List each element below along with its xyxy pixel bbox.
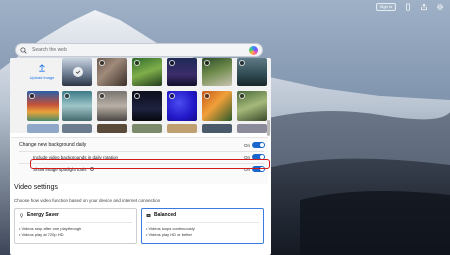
background-thumbnail[interactable] <box>97 91 127 121</box>
video-badge-icon <box>169 93 175 99</box>
background-thumbnail[interactable] <box>27 124 59 133</box>
share-icon[interactable] <box>420 3 428 11</box>
video-settings-subtitle: Choose how video function based on your … <box>14 198 161 203</box>
video-badge-icon <box>204 60 210 66</box>
change-background-daily-state: On <box>243 142 250 148</box>
video-badge-icon <box>134 60 140 66</box>
video-badge-icon <box>99 60 105 66</box>
background-thumbnail[interactable] <box>62 91 92 121</box>
copilot-icon[interactable] <box>249 45 258 55</box>
background-thumbnail[interactable] <box>202 58 232 86</box>
video-badge-icon <box>169 60 175 66</box>
search-input[interactable]: Search the web <box>32 47 249 53</box>
card-detail: • Videos play HD or better <box>146 232 193 237</box>
lightbulb-icon <box>19 212 24 218</box>
selected-check-icon <box>73 67 83 77</box>
top-bar: Sign in <box>375 2 444 12</box>
video-settings-title: Video settings <box>14 184 58 191</box>
video-badge-icon <box>239 60 245 66</box>
balance-icon <box>146 213 151 218</box>
background-thumbnail[interactable] <box>132 91 162 121</box>
background-thumbnail[interactable] <box>167 91 197 121</box>
search-icon <box>20 46 27 54</box>
search-bar[interactable]: Search the web <box>15 43 263 57</box>
energy-saver-title: Energy Saver <box>27 212 59 218</box>
background-thumbnail[interactable] <box>27 91 59 121</box>
change-background-daily-toggle[interactable] <box>252 142 265 148</box>
change-background-daily-label: Change new background daily <box>19 142 87 148</box>
background-thumbnail[interactable] <box>97 58 127 86</box>
upload-image-label: Upload image <box>29 75 55 80</box>
scrollbar-thumb[interactable] <box>267 120 270 136</box>
background-thumbnail[interactable] <box>97 124 127 133</box>
change-background-daily-row: Change new background daily On <box>11 140 268 150</box>
video-badge-icon <box>29 93 35 99</box>
background-thumbnail[interactable] <box>237 124 267 133</box>
video-badge-icon <box>64 93 70 99</box>
background-thumbnail[interactable] <box>167 58 197 86</box>
background-thumbnail[interactable] <box>237 91 267 121</box>
background-thumbnail[interactable] <box>132 58 162 86</box>
divider <box>19 222 132 223</box>
energy-saver-card[interactable]: Energy Saver • Videos stop after one pla… <box>14 208 137 244</box>
video-badge-icon <box>239 93 245 99</box>
video-badge-icon <box>134 93 140 99</box>
background-thumbnail[interactable] <box>202 124 232 133</box>
highlight-box <box>30 159 270 169</box>
upload-icon <box>39 64 45 72</box>
card-detail: • Videos play at 720p HD <box>19 232 64 237</box>
background-gallery: Upload image <box>10 58 271 133</box>
balanced-card[interactable]: Balanced • Videos loops continuously • V… <box>141 208 264 244</box>
video-badge-icon <box>204 93 210 99</box>
divider <box>146 222 259 223</box>
background-thumbnail[interactable] <box>237 58 267 86</box>
balanced-title: Balanced <box>154 212 177 218</box>
gear-icon[interactable] <box>436 3 444 11</box>
sign-in-button[interactable]: Sign in <box>375 3 396 11</box>
phone-icon[interactable] <box>404 3 412 11</box>
background-thumbnail[interactable] <box>167 124 197 133</box>
background-thumbnail[interactable] <box>62 124 92 133</box>
background-thumbnail[interactable] <box>132 124 162 133</box>
background-thumbnail[interactable] <box>202 91 232 121</box>
background-thumbnail[interactable] <box>62 58 92 86</box>
video-badge-icon <box>99 93 105 99</box>
background-settings-panel: Upload image Change new background daily… <box>10 58 271 255</box>
upload-image-button[interactable]: Upload image <box>25 58 59 86</box>
